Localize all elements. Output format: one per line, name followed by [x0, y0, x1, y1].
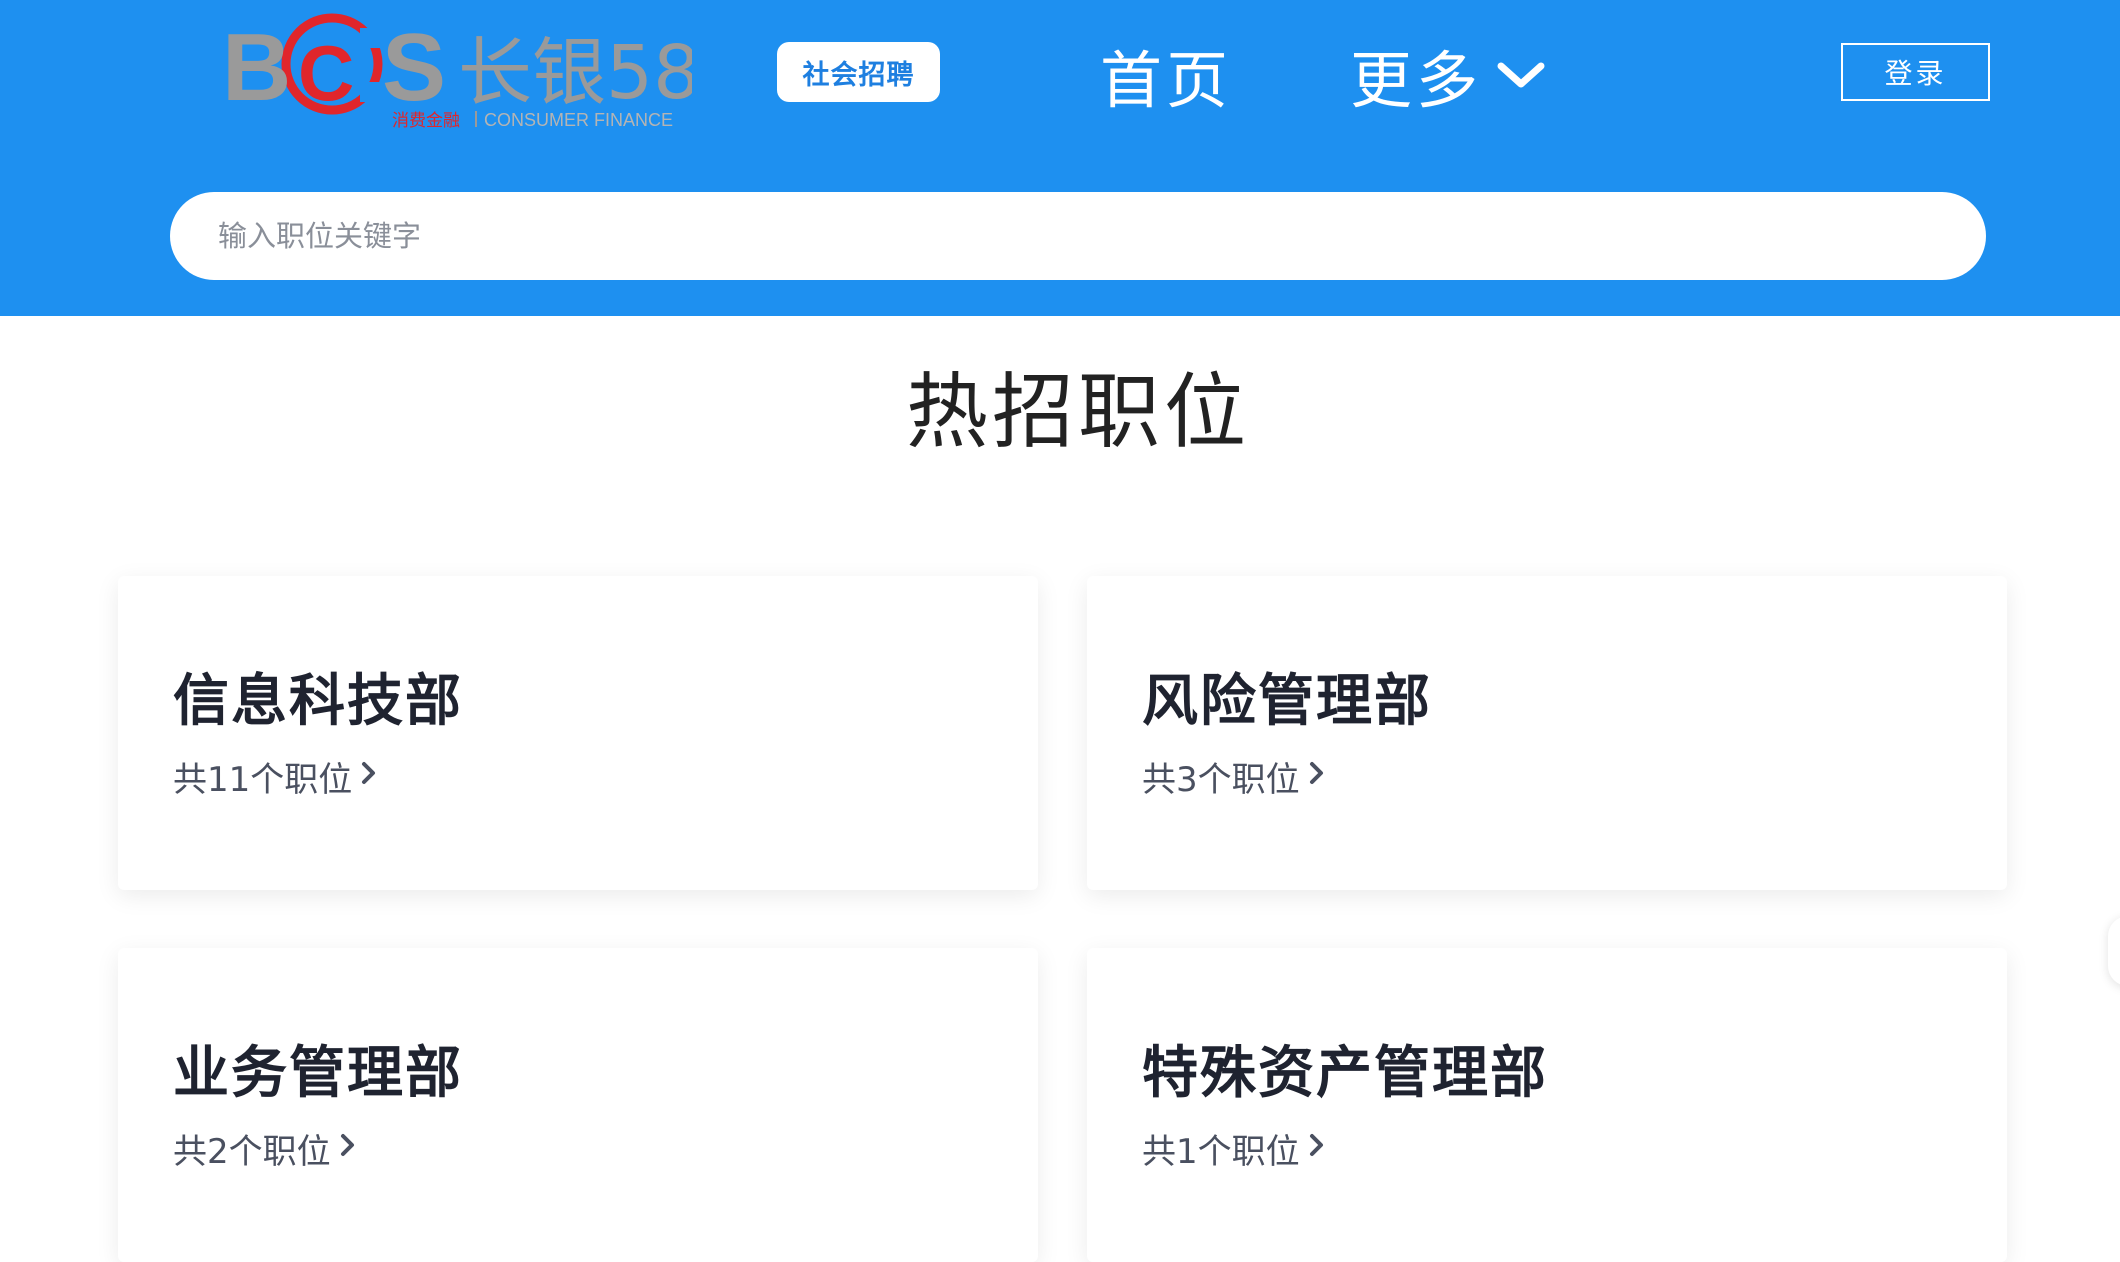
nav-more-label: 更多: [1350, 44, 1483, 117]
logo-letter-s: S: [382, 14, 446, 121]
department-card[interactable]: 风险管理部 共3个职位: [1087, 576, 2007, 890]
department-name: 特殊资产管理部: [1142, 1041, 1548, 1106]
bcs-logo[interactable]: B C S 长银58 消费金融 CONSUMER FINANCE: [222, 8, 692, 130]
nav-home-label: 首页: [1100, 44, 1233, 117]
logo-graphic: B C S 长银58 消费金融 CONSUMER FINANCE: [222, 13, 692, 130]
login-button[interactable]: 登录: [1841, 43, 1990, 101]
nav-home[interactable]: 首页: [1100, 30, 1232, 120]
header-bar: B C S 长银58 消费金融 CONSUMER FINANCE 社会招聘 首页…: [0, 0, 2120, 316]
chevron-right-icon: [339, 1129, 357, 1169]
chevron-down-icon: [1496, 32, 1546, 105]
job-search-input[interactable]: [170, 192, 1986, 280]
department-card[interactable]: 特殊资产管理部 共1个职位: [1087, 948, 2007, 1262]
logo-letter-c: C: [298, 29, 354, 117]
department-name: 业务管理部: [173, 1041, 463, 1106]
department-name: 信息科技部: [173, 669, 463, 734]
job-count-label: 共3个职位: [1142, 760, 1300, 800]
job-count-label: 共1个职位: [1142, 1132, 1300, 1172]
chevron-right-icon: [1308, 1129, 1326, 1169]
department-card[interactable]: 业务管理部 共2个职位: [118, 948, 1038, 1262]
logo-subtitle-cn: 消费金融: [392, 111, 460, 130]
logo-subtitle-en: CONSUMER FINANCE: [484, 110, 673, 130]
department-card[interactable]: 信息科技部 共11个职位: [118, 576, 1038, 890]
job-count-link[interactable]: 共11个职位: [173, 752, 378, 801]
chevron-right-icon: [360, 757, 378, 797]
job-count-label: 共11个职位: [173, 760, 353, 800]
logo-divider: [475, 111, 477, 127]
floating-side-button[interactable]: [2108, 916, 2120, 986]
job-count-link[interactable]: 共3个职位: [1142, 752, 1326, 801]
chevron-right-icon: [1308, 757, 1326, 797]
job-count-link[interactable]: 共1个职位: [1142, 1124, 1326, 1173]
social-recruitment-button[interactable]: 社会招聘: [777, 42, 940, 102]
logo-letter-b: B: [222, 14, 291, 121]
logo-brand-name: 长银58: [458, 30, 692, 116]
department-name: 风险管理部: [1142, 669, 1432, 734]
job-count-link[interactable]: 共2个职位: [173, 1124, 357, 1173]
nav-more-dropdown[interactable]: 更多: [1350, 30, 1546, 120]
job-count-label: 共2个职位: [173, 1132, 331, 1172]
section-title: 热招职位: [905, 365, 1250, 460]
